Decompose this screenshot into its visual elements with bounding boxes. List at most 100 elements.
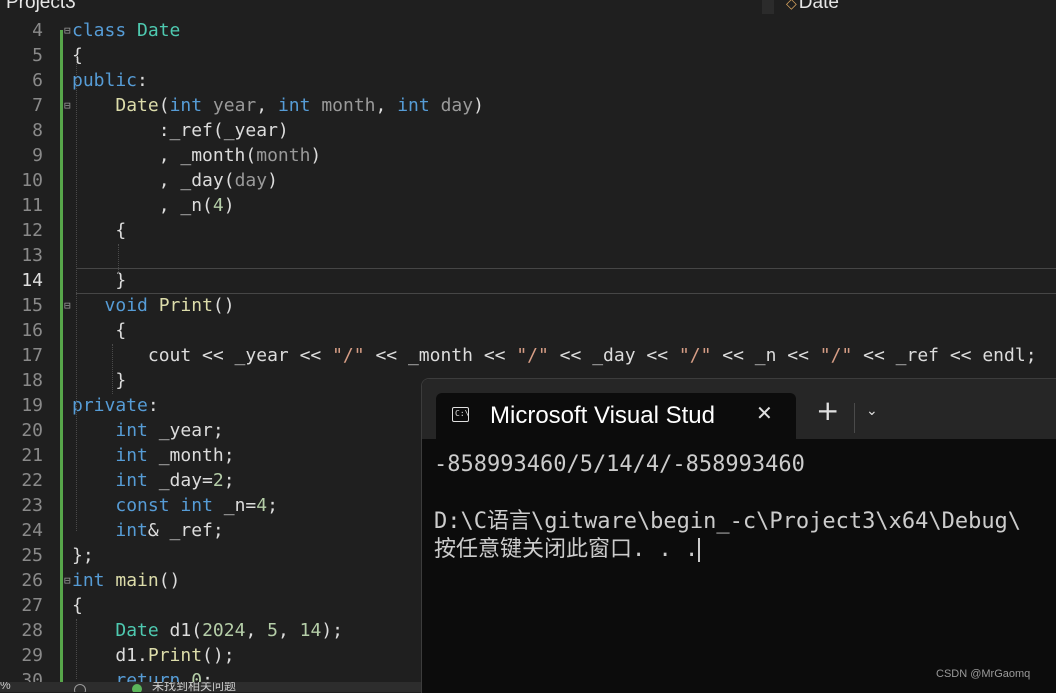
code-token: { — [72, 595, 83, 616]
code-token: Date — [115, 95, 159, 116]
member-dropdown[interactable]: ◇ Date — [774, 0, 1056, 14]
console-tab[interactable]: C:\ Microsoft Visual Stud ✕ — [436, 393, 796, 439]
code-line[interactable]: 7 ⊟ Date(int year, int month, int day) — [0, 93, 1056, 118]
code-text: , _month(month) — [72, 143, 322, 168]
code-line[interactable]: 11 , _n(4) — [0, 193, 1056, 218]
console-tab-title: Microsoft Visual Stud — [490, 402, 715, 429]
code-token: << _day << — [548, 345, 679, 366]
code-token: int — [115, 520, 148, 541]
tab-separator — [762, 0, 774, 14]
line-number: 17 — [21, 345, 43, 366]
code-token: month — [256, 145, 311, 166]
no-issues-icon[interactable] — [132, 684, 142, 692]
code-text: { — [72, 593, 83, 618]
code-line[interactable]: 9 , _month(month) — [0, 143, 1056, 168]
code-token: , — [245, 620, 268, 641]
code-text: , _day(day) — [72, 168, 278, 193]
close-icon[interactable]: ✕ — [756, 401, 773, 425]
console-window[interactable]: C:\ Microsoft Visual Stud ✕ + ⌄ -8589934… — [421, 378, 1056, 693]
collapse-icon[interactable]: ⊟ — [64, 93, 72, 118]
code-token: , _month( — [72, 145, 257, 166]
code-line[interactable]: 12 { — [0, 218, 1056, 243]
tab-divider — [854, 403, 855, 433]
code-token: ) — [277, 120, 289, 141]
code-line[interactable]: 13 — [0, 243, 1056, 268]
code-token: << _month << — [364, 345, 517, 366]
code-token: _n= — [212, 495, 257, 516]
code-token: 2 — [212, 470, 224, 491]
code-token: "/" — [332, 345, 365, 366]
code-line[interactable]: 4 ⊟ class Date — [0, 18, 1056, 43]
code-line[interactable]: 5{ — [0, 43, 1056, 68]
code-text: }; — [72, 543, 94, 568]
text-cursor — [698, 538, 701, 562]
chevron-down-icon[interactable]: ⌄ — [866, 403, 878, 419]
code-token: ) — [473, 95, 484, 116]
code-token: Print — [158, 295, 213, 316]
code-token: int — [72, 570, 105, 591]
code-line[interactable]: 17 cout << _year << "/" << _month << "/"… — [0, 343, 1056, 368]
code-token: ) — [223, 195, 235, 216]
line-number: 29 — [21, 645, 43, 666]
project-dropdown[interactable]: Project3 — [0, 0, 772, 14]
code-text: int& _ref; — [72, 518, 223, 543]
code-text: { — [72, 318, 126, 343]
code-token: { — [72, 320, 127, 341]
code-text: } — [72, 368, 126, 393]
collapse-icon[interactable]: ⊟ — [64, 293, 72, 318]
code-token: 5 — [267, 620, 278, 641]
code-text: int _month; — [72, 443, 234, 468]
code-token: d1( — [158, 620, 203, 641]
code-token: { — [72, 45, 83, 66]
issues-message[interactable]: 未找到相关问题 — [152, 682, 236, 692]
status-circle-icon — [74, 684, 86, 692]
code-token: , — [256, 95, 278, 116]
code-token: "/" — [678, 345, 712, 366]
zoom-level[interactable]: % — [0, 682, 11, 692]
line-number: 24 — [21, 520, 43, 541]
code-text: { — [72, 43, 83, 68]
line-number: 19 — [21, 395, 43, 416]
code-token: ; — [223, 470, 235, 491]
code-line[interactable]: 8 :_ref(_year) — [0, 118, 1056, 143]
code-token: , — [277, 620, 300, 641]
code-token: "/" — [819, 345, 853, 366]
code-line[interactable]: 16 { — [0, 318, 1056, 343]
code-token: class — [72, 20, 127, 41]
code-token: }; — [72, 545, 94, 566]
console-prompt-text: 按任意键关闭此窗口. . . — [434, 537, 699, 562]
code-text: Date(int year, int month, int day) — [72, 93, 484, 118]
collapse-icon[interactable]: ⊟ — [64, 18, 72, 43]
code-line[interactable]: 15 ⊟ void Print() — [0, 293, 1056, 318]
code-text: { — [72, 218, 126, 243]
code-text: :_ref(_year) — [72, 118, 289, 143]
code-token: const — [115, 495, 170, 516]
code-line[interactable]: 14 } — [0, 268, 1056, 293]
code-token: d1. — [72, 645, 148, 666]
code-token: :_ref( — [72, 120, 224, 141]
collapse-icon[interactable]: ⊟ — [64, 568, 72, 593]
indent-guide — [76, 619, 77, 679]
code-token: void — [104, 295, 148, 316]
code-token: : — [147, 395, 159, 416]
code-token: () — [158, 570, 181, 591]
code-token: Print — [147, 645, 203, 666]
code-token: _year; — [147, 420, 224, 441]
indent-guide — [118, 244, 119, 274]
code-token: ( — [158, 95, 170, 116]
code-token: public — [72, 70, 138, 91]
new-tab-button[interactable]: + — [816, 397, 839, 425]
line-number: 28 — [21, 620, 43, 641]
code-line[interactable]: 6 public: — [0, 68, 1056, 93]
code-line[interactable]: 10 , _day(day) — [0, 168, 1056, 193]
line-number: 27 — [21, 595, 43, 616]
